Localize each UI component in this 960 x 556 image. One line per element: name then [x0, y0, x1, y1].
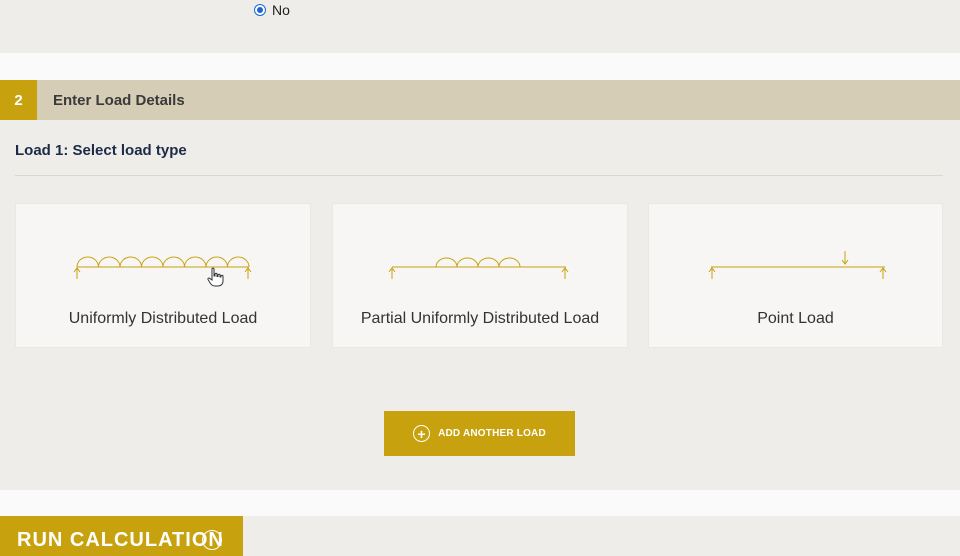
- section-spacer: [0, 53, 960, 80]
- radio-option-no[interactable]: No: [254, 2, 290, 18]
- step-number-badge: 2: [0, 80, 37, 120]
- run-calculation-button[interactable]: RUN CALCULATION: [0, 516, 243, 556]
- card-label: Uniformly Distributed Load: [68, 310, 258, 327]
- hand-cursor-icon: [207, 267, 224, 287]
- section-spacer-bottom: [0, 490, 960, 516]
- plus-circle-icon: +: [413, 425, 431, 442]
- load-type-card-partial-udl[interactable]: Partial Uniformly Distributed Load: [332, 203, 628, 348]
- udl-beam-icon: [73, 256, 252, 279]
- card-label: Partial Uniformly Distributed Load: [360, 310, 600, 327]
- load-heading: Load 1: Select load type: [15, 142, 187, 159]
- point-load-beam-icon: [708, 251, 887, 279]
- partial-udl-beam-icon: [388, 257, 569, 279]
- load-type-card-udl[interactable]: Uniformly Distributed Load: [15, 203, 311, 348]
- divider: [15, 175, 943, 176]
- radio-option-label: No: [272, 2, 290, 18]
- add-another-load-button[interactable]: + ADD ANOTHER LOAD: [384, 411, 575, 456]
- radio-selected-icon[interactable]: [254, 4, 266, 16]
- step-title: Enter Load Details: [53, 91, 185, 109]
- load-type-card-point-load[interactable]: Point Load: [648, 203, 943, 348]
- run-calculation-label: RUN CALCULATION: [17, 529, 224, 551]
- step-header: 2 Enter Load Details: [0, 80, 960, 120]
- load-details-panel: Load 1: Select load type Uniformly Distr…: [0, 120, 960, 490]
- card-label: Point Load: [757, 310, 834, 327]
- add-another-load-label: ADD ANOTHER LOAD: [438, 428, 546, 439]
- previous-step-section: No: [0, 0, 960, 53]
- arrow-circle-icon: [202, 530, 222, 550]
